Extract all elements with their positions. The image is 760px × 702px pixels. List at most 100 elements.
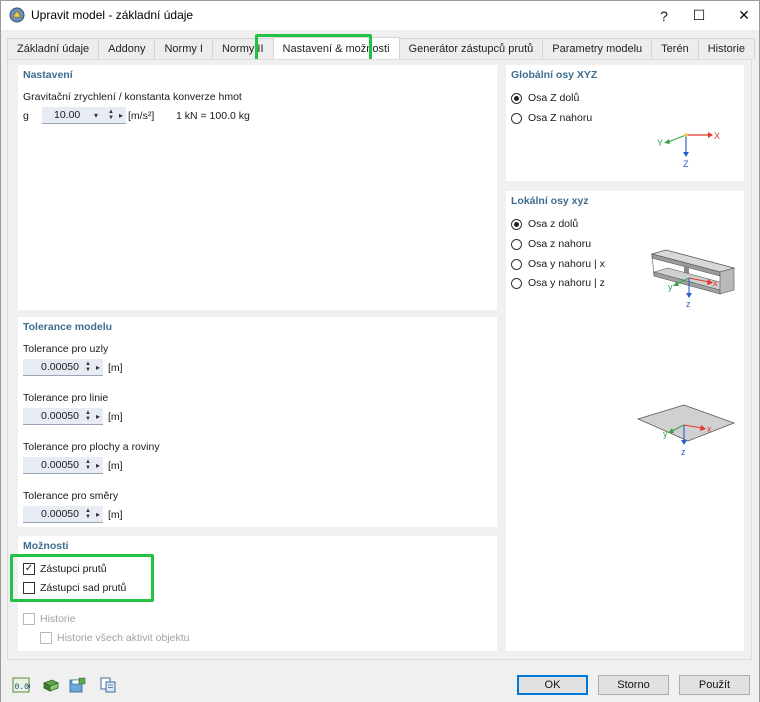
units-icon: 0.00 <box>12 677 30 693</box>
g-symbol: g <box>23 110 29 122</box>
ok-button[interactable]: OK <box>517 675 588 695</box>
copy-button[interactable] <box>98 675 118 695</box>
plate-axes-icon: x y z <box>636 404 736 457</box>
save-settings-icon <box>69 677 86 693</box>
local-y-up-z-label: Osa y nahoru | z <box>528 277 605 289</box>
close-button[interactable]: ✕ <box>721 1 760 30</box>
copy-icon <box>100 677 116 693</box>
arrow-right-icon[interactable]: ▸ <box>93 507 103 522</box>
global-z-down-radio[interactable]: Osa Z dolů <box>511 92 579 104</box>
local-z-up-label: Osa z nahoru <box>528 238 592 250</box>
global-axes-panel: Globální osy XYZ Osa Z dolů Osa Z nahoru… <box>506 65 744 181</box>
model-icon <box>43 679 59 692</box>
tolerance-nodes-unit: [m] <box>108 362 123 374</box>
model-button[interactable] <box>41 675 61 695</box>
spinner-icon[interactable]: ▲ ▼ <box>106 108 116 123</box>
beam-axes-icon: x y z <box>650 249 736 309</box>
plate-y-label: y <box>663 429 668 439</box>
checkbox-highlight <box>10 554 154 602</box>
spinner-icon[interactable]: ▲ ▼ <box>83 409 93 424</box>
svg-text:0.00: 0.00 <box>15 683 31 692</box>
tolerance-nodes-label: Tolerance pro uzly <box>23 343 109 355</box>
tab-basic-data[interactable]: Základní údaje <box>7 38 100 59</box>
cancel-button[interactable]: Storno <box>598 675 669 695</box>
spinner-icon[interactable]: ▲ ▼ <box>83 458 93 473</box>
gravity-value: 10.00 <box>54 109 81 121</box>
radio-dot <box>511 258 522 270</box>
tab-terrain[interactable]: Terén <box>651 38 699 59</box>
tolerance-surfaces-unit: [m] <box>108 460 123 472</box>
history-all-checkbox[interactable]: Historie všech aktivit objektu <box>40 632 189 644</box>
tab-highlight <box>255 34 372 62</box>
tolerance-nodes-value: 0.00050 <box>41 361 79 373</box>
local-z-down-label: Osa z dolů <box>528 218 579 230</box>
gravity-input[interactable]: 10.00 ▾ ▲ ▼ ▸ <box>42 107 126 124</box>
spinner-icon[interactable]: ▲ ▼ <box>83 360 93 375</box>
arrow-right-icon[interactable]: ▸ <box>93 360 103 375</box>
radio-dot <box>511 277 522 289</box>
beam-y-label: y <box>668 282 673 292</box>
chevron-down-icon[interactable]: ▾ <box>94 111 106 120</box>
local-y-up-x-radio[interactable]: Osa y nahoru | x <box>511 258 605 270</box>
global-z-down-label: Osa Z dolů <box>528 92 580 104</box>
tolerance-lines-input[interactable]: 0.00050 ▲ ▼ ▸ <box>23 408 103 425</box>
global-y-label: Y <box>657 138 663 148</box>
dialog-window: Upravit model - základní údaje ? ☐ ✕ Zák… <box>0 0 760 702</box>
history-label: Historie <box>40 613 76 625</box>
global-axes-title: Globální osy XYZ <box>511 69 598 81</box>
beam-z-label: z <box>686 299 691 309</box>
spinner-icon[interactable]: ▲ ▼ <box>83 507 93 522</box>
apply-button[interactable]: Použít <box>679 675 750 695</box>
tolerance-surfaces-value: 0.00050 <box>41 459 79 471</box>
settings-title: Nastavení <box>23 69 73 81</box>
local-y-up-x-label: Osa y nahoru | x <box>528 258 605 270</box>
tab-standards-1[interactable]: Normy I <box>154 38 213 59</box>
tab-addons[interactable]: Addony <box>98 38 156 59</box>
settings-panel: Nastavení Gravitační zrychlení / konstan… <box>18 65 497 310</box>
tab-bar: Základní údaje Addony Normy I Normy II N… <box>7 37 755 59</box>
units-button[interactable]: 0.00 <box>11 675 31 695</box>
tolerance-directions-value: 0.00050 <box>41 508 79 520</box>
tab-member-rep-generator[interactable]: Generátor zástupců prutů <box>398 38 544 59</box>
history-checkbox[interactable]: Historie <box>23 613 76 625</box>
tolerance-lines-value: 0.00050 <box>41 410 79 422</box>
tolerance-panel: Tolerance modelu Tolerance pro uzly 0.00… <box>18 317 497 527</box>
title-bar: Upravit model - základní údaje ? ☐ ✕ <box>1 1 759 30</box>
global-axes-icon: X Y Z <box>657 131 720 169</box>
local-y-up-z-radio[interactable]: Osa y nahoru | z <box>511 277 605 289</box>
tab-history[interactable]: Historie <box>697 38 755 59</box>
maximize-button[interactable]: ☐ <box>676 1 722 30</box>
app-icon <box>9 7 25 23</box>
local-axes-title: Lokální osy xyz <box>511 195 589 207</box>
tolerance-directions-unit: [m] <box>108 509 123 521</box>
tab-model-parameters[interactable]: Parametry modelu <box>542 38 653 59</box>
radio-dot <box>511 92 522 104</box>
arrow-right-icon[interactable]: ▸ <box>93 458 103 473</box>
radio-dot <box>511 238 522 250</box>
window-title: Upravit model - základní údaje <box>31 8 194 22</box>
tolerance-title: Tolerance modelu <box>23 321 113 333</box>
global-z-label: Z <box>683 159 689 169</box>
tolerance-surfaces-label: Tolerance pro plochy a roviny <box>23 441 160 453</box>
checkbox-box <box>23 613 35 625</box>
local-z-up-radio[interactable]: Osa z nahoru <box>511 238 591 250</box>
tolerance-directions-input[interactable]: 0.00050 ▲ ▼ ▸ <box>23 506 103 523</box>
checkbox-box <box>40 632 52 644</box>
arrow-right-icon[interactable]: ▸ <box>93 409 103 424</box>
save-settings-button[interactable] <box>67 675 87 695</box>
radio-dot <box>511 218 522 230</box>
local-z-down-radio[interactable]: Osa z dolů <box>511 218 578 230</box>
radio-dot <box>511 112 522 124</box>
tolerance-nodes-input[interactable]: 0.00050 ▲ ▼ ▸ <box>23 359 103 376</box>
options-title: Možnosti <box>23 540 69 552</box>
global-x-label: X <box>714 131 720 141</box>
beam-x-label: x <box>713 278 718 288</box>
gravity-label: Gravitační zrychlení / konstanta konverz… <box>23 91 242 103</box>
arrow-right-icon[interactable]: ▸ <box>116 108 126 123</box>
tolerance-lines-label: Tolerance pro linie <box>23 392 109 404</box>
global-z-up-radio[interactable]: Osa Z nahoru <box>511 112 592 124</box>
tolerance-surfaces-input[interactable]: 0.00050 ▲ ▼ ▸ <box>23 457 103 474</box>
tolerance-directions-label: Tolerance pro směry <box>23 490 119 502</box>
plate-z-label: z <box>681 447 686 457</box>
conversion-text: 1 kN = 100.0 kg <box>176 110 250 122</box>
